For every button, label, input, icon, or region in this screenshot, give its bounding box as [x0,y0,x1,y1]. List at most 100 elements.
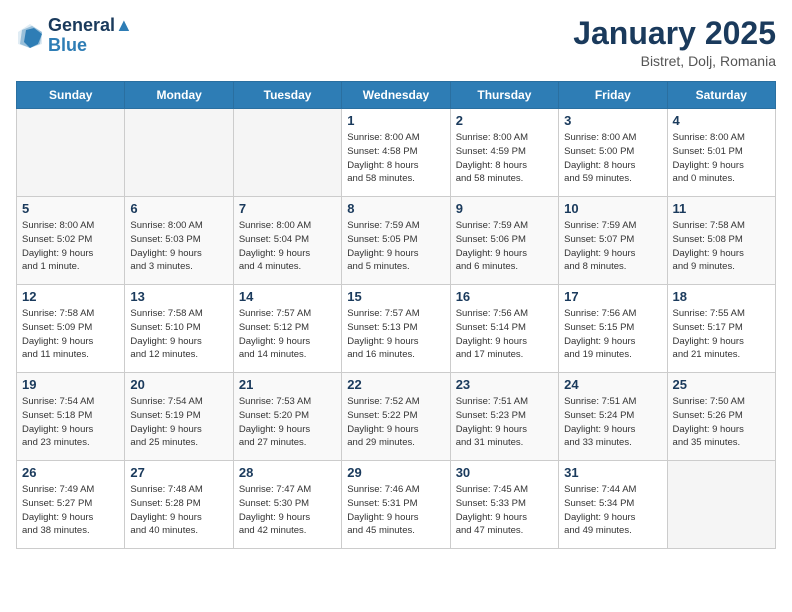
day-number: 12 [22,289,119,304]
calendar-cell: 3 Sunrise: 8:00 AM Sunset: 5:00 PM Daylig… [559,109,667,197]
calendar-cell: 4 Sunrise: 8:00 AM Sunset: 5:01 PM Daylig… [667,109,775,197]
day-number: 26 [22,465,119,480]
week-row-1: 1Sunrise: 8:00 AM Sunset: 4:58 PM Daylig… [17,109,776,197]
calendar-cell [125,109,233,197]
day-number: 5 [22,201,119,216]
calendar-cell: 6Sunrise: 8:00 AM Sunset: 5:03 PM Daylig… [125,197,233,285]
day-info: Sunrise: 8:00 AM Sunset: 5:04 PM Dayligh… [239,219,336,274]
calendar-cell: 16 Sunrise: 7:56 AM Sunset: 5:14 PM Dayli… [450,285,558,373]
day-number: 28 [239,465,336,480]
day-info: Sunrise: 7:56 AM Sunset: 5:15 PM Dayligh… [564,307,661,362]
day-info: Sunrise: 7:56 AM Sunset: 5:14 PM Dayligh… [456,307,553,362]
day-info: Sunrise: 7:48 AM Sunset: 5:28 PM Dayligh… [130,483,227,538]
calendar-cell: 12 Sunrise: 7:58 AM Sunset: 5:09 PM Dayli… [17,285,125,373]
day-number: 16 [456,289,553,304]
day-info: Sunrise: 7:44 AM Sunset: 5:34 PM Dayligh… [564,483,661,538]
day-number: 18 [673,289,770,304]
calendar-cell: 9 Sunrise: 7:59 AM Sunset: 5:06 PM Daylig… [450,197,558,285]
day-info: Sunrise: 7:58 AM Sunset: 5:09 PM Dayligh… [22,307,119,362]
calendar-cell: 26 Sunrise: 7:49 AM Sunset: 5:27 PM Dayli… [17,461,125,549]
day-info: Sunrise: 7:59 AM Sunset: 5:06 PM Dayligh… [456,219,553,274]
calendar-cell: 7 Sunrise: 8:00 AM Sunset: 5:04 PM Daylig… [233,197,341,285]
calendar-cell: 17 Sunrise: 7:56 AM Sunset: 5:15 PM Dayli… [559,285,667,373]
calendar-cell: 28 Sunrise: 7:47 AM Sunset: 5:30 PM Dayli… [233,461,341,549]
logo: General▲ Blue [16,16,133,56]
calendar-cell: 30 Sunrise: 7:45 AM Sunset: 5:33 PM Dayli… [450,461,558,549]
day-info: Sunrise: 7:53 AM Sunset: 5:20 PM Dayligh… [239,395,336,450]
day-info: Sunrise: 7:51 AM Sunset: 5:23 PM Dayligh… [456,395,553,450]
calendar-cell: 1Sunrise: 8:00 AM Sunset: 4:58 PM Daylig… [342,109,450,197]
day-number: 15 [347,289,444,304]
calendar-cell: 2 Sunrise: 8:00 AM Sunset: 4:59 PM Daylig… [450,109,558,197]
month-title: January 2025 [573,16,776,51]
week-row-4: 19Sunrise: 7:54 AM Sunset: 5:18 PM Dayli… [17,373,776,461]
day-info: Sunrise: 7:50 AM Sunset: 5:26 PM Dayligh… [673,395,770,450]
day-number: 19 [22,377,119,392]
weekday-header-wednesday: Wednesday [342,82,450,109]
day-number: 24 [564,377,661,392]
day-info: Sunrise: 8:00 AM Sunset: 5:02 PM Dayligh… [22,219,119,274]
day-number: 27 [130,465,227,480]
calendar-cell: 18Sunrise: 7:55 AM Sunset: 5:17 PM Dayli… [667,285,775,373]
day-info: Sunrise: 7:49 AM Sunset: 5:27 PM Dayligh… [22,483,119,538]
day-info: Sunrise: 7:52 AM Sunset: 5:22 PM Dayligh… [347,395,444,450]
day-number: 2 [456,113,553,128]
calendar-cell [17,109,125,197]
day-number: 3 [564,113,661,128]
calendar-cell: 31 Sunrise: 7:44 AM Sunset: 5:34 PM Dayli… [559,461,667,549]
week-row-2: 5 Sunrise: 8:00 AM Sunset: 5:02 PM Daylig… [17,197,776,285]
calendar-cell: 19Sunrise: 7:54 AM Sunset: 5:18 PM Dayli… [17,373,125,461]
day-number: 11 [673,201,770,216]
calendar-cell: 22 Sunrise: 7:52 AM Sunset: 5:22 PM Dayli… [342,373,450,461]
calendar-cell: 20Sunrise: 7:54 AM Sunset: 5:19 PM Dayli… [125,373,233,461]
day-info: Sunrise: 7:58 AM Sunset: 5:10 PM Dayligh… [130,307,227,362]
calendar-cell: 24 Sunrise: 7:51 AM Sunset: 5:24 PM Dayli… [559,373,667,461]
day-info: Sunrise: 8:00 AM Sunset: 5:00 PM Dayligh… [564,131,661,186]
logo-icon [16,22,44,50]
calendar-cell [233,109,341,197]
calendar-cell: 29Sunrise: 7:46 AM Sunset: 5:31 PM Dayli… [342,461,450,549]
weekday-header-row: SundayMondayTuesdayWednesdayThursdayFrid… [17,82,776,109]
day-info: Sunrise: 8:00 AM Sunset: 4:59 PM Dayligh… [456,131,553,186]
day-info: Sunrise: 7:51 AM Sunset: 5:24 PM Dayligh… [564,395,661,450]
weekday-header-tuesday: Tuesday [233,82,341,109]
calendar-cell: 8Sunrise: 7:59 AM Sunset: 5:05 PM Daylig… [342,197,450,285]
day-info: Sunrise: 7:59 AM Sunset: 5:07 PM Dayligh… [564,219,661,274]
day-number: 25 [673,377,770,392]
weekday-header-thursday: Thursday [450,82,558,109]
day-info: Sunrise: 7:47 AM Sunset: 5:30 PM Dayligh… [239,483,336,538]
day-number: 30 [456,465,553,480]
day-number: 22 [347,377,444,392]
day-number: 9 [456,201,553,216]
calendar-cell: 27 Sunrise: 7:48 AM Sunset: 5:28 PM Dayli… [125,461,233,549]
calendar-cell: 11Sunrise: 7:58 AM Sunset: 5:08 PM Dayli… [667,197,775,285]
week-row-3: 12 Sunrise: 7:58 AM Sunset: 5:09 PM Dayli… [17,285,776,373]
location: Bistret, Dolj, Romania [573,53,776,69]
calendar: SundayMondayTuesdayWednesdayThursdayFrid… [16,81,776,549]
calendar-cell: 25 Sunrise: 7:50 AM Sunset: 5:26 PM Dayli… [667,373,775,461]
day-number: 17 [564,289,661,304]
page-header: General▲ Blue January 2025 Bistret, Dolj… [16,16,776,69]
calendar-cell: 13 Sunrise: 7:58 AM Sunset: 5:10 PM Dayli… [125,285,233,373]
weekday-header-sunday: Sunday [17,82,125,109]
calendar-cell [667,461,775,549]
day-number: 10 [564,201,661,216]
day-info: Sunrise: 7:59 AM Sunset: 5:05 PM Dayligh… [347,219,444,274]
week-row-5: 26 Sunrise: 7:49 AM Sunset: 5:27 PM Dayli… [17,461,776,549]
day-info: Sunrise: 8:00 AM Sunset: 5:01 PM Dayligh… [673,131,770,186]
title-block: January 2025 Bistret, Dolj, Romania [573,16,776,69]
calendar-cell: 23 Sunrise: 7:51 AM Sunset: 5:23 PM Dayli… [450,373,558,461]
day-number: 4 [673,113,770,128]
day-number: 31 [564,465,661,480]
calendar-cell: 21Sunrise: 7:53 AM Sunset: 5:20 PM Dayli… [233,373,341,461]
day-number: 13 [130,289,227,304]
day-number: 23 [456,377,553,392]
calendar-cell: 5 Sunrise: 8:00 AM Sunset: 5:02 PM Daylig… [17,197,125,285]
calendar-cell: 10 Sunrise: 7:59 AM Sunset: 5:07 PM Dayli… [559,197,667,285]
day-number: 7 [239,201,336,216]
calendar-cell: 15Sunrise: 7:57 AM Sunset: 5:13 PM Dayli… [342,285,450,373]
calendar-cell: 14Sunrise: 7:57 AM Sunset: 5:12 PM Dayli… [233,285,341,373]
day-info: Sunrise: 7:54 AM Sunset: 5:19 PM Dayligh… [130,395,227,450]
day-info: Sunrise: 7:45 AM Sunset: 5:33 PM Dayligh… [456,483,553,538]
weekday-header-saturday: Saturday [667,82,775,109]
